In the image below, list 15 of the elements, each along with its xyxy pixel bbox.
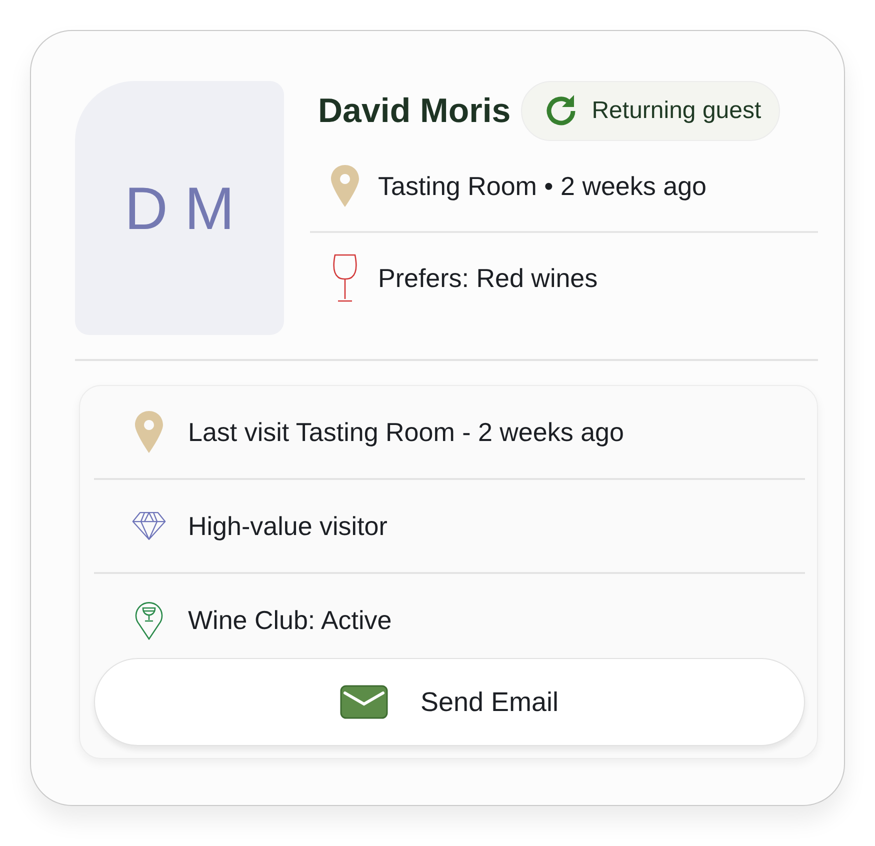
detail-text: High-value visitor: [188, 510, 388, 542]
diamond-icon: [132, 510, 166, 542]
detail-text: Wine Club: Active: [188, 604, 392, 636]
guest-name: David Moris: [318, 92, 511, 130]
glass-pin-icon: [134, 600, 164, 640]
location-pin-icon: [135, 411, 163, 453]
detail-text: Last visit Tasting Room - 2 weeks ago: [188, 416, 624, 448]
wine-glass-icon: [332, 253, 358, 303]
send-email-button[interactable]: Send Email: [94, 658, 805, 746]
summary-text: Tasting Room • 2 weeks ago: [378, 170, 706, 202]
status-badge: Returning guest: [520, 81, 780, 141]
location-pin-icon: [331, 165, 359, 207]
summary-text: Prefers: Red wines: [378, 262, 598, 294]
avatar-initials: D M: [75, 81, 284, 335]
envelope-icon: [340, 685, 388, 719]
